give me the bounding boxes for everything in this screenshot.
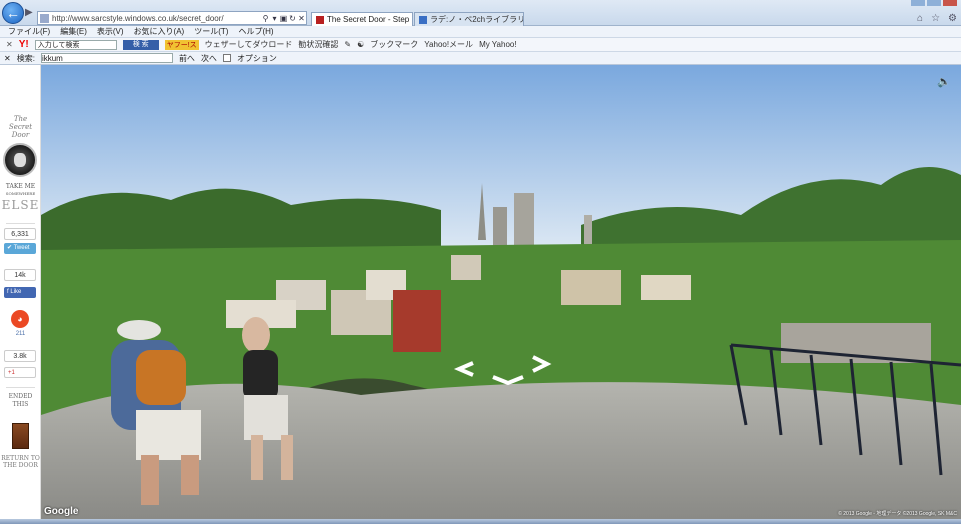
- find-options-button[interactable]: オプション: [237, 53, 277, 64]
- logo-line: Secret: [8, 123, 33, 131]
- tweet-button[interactable]: ✔ Tweet: [4, 243, 36, 254]
- street-view-panorama[interactable]: 🔈 Google © 2013 Google - 地理データ ©2013 Goo…: [41, 65, 961, 519]
- refresh-icon[interactable]: ↻: [288, 14, 297, 23]
- pencil-icon[interactable]: ✎: [344, 40, 351, 49]
- maximize-button[interactable]: [927, 0, 941, 6]
- browser-title-bar: ← ▶ http://www.sarcstyle.windows.co.uk/s…: [0, 0, 961, 26]
- findbar-close-icon[interactable]: ✕: [4, 54, 11, 63]
- share-sidebar: The Secret Door TAKE ME SOMEWHERE ELSE 6…: [0, 65, 41, 524]
- find-bar: ✕ 検索: ikkum 前へ 次へ オプション: [0, 52, 961, 65]
- facebook-like-button[interactable]: f Like: [4, 287, 36, 298]
- gplus-count: 3.8k: [4, 350, 36, 362]
- share-count: 6,331: [4, 228, 36, 240]
- compat-icon[interactable]: ▣: [279, 14, 288, 23]
- menu-help[interactable]: ヘルプ(H): [238, 26, 273, 37]
- google-logo[interactable]: Google: [44, 506, 78, 517]
- yahoo-logo-icon[interactable]: Y!: [19, 39, 29, 50]
- find-prev-button[interactable]: 前へ: [179, 53, 195, 64]
- logo-line: The: [13, 115, 28, 123]
- gear-icon[interactable]: ⚙: [948, 13, 957, 24]
- address-bar[interactable]: http://www.sarcstyle.windows.co.uk/secre…: [37, 11, 307, 25]
- toolbar-item-mail[interactable]: Yahoo!メール: [424, 39, 473, 50]
- menu-view[interactable]: 表示(V): [97, 26, 124, 37]
- tab-library[interactable]: ラデ:ノ・ペ2chライブラリー: [414, 12, 524, 26]
- take-me-line: TAKE ME: [5, 183, 36, 190]
- mini-building: [451, 255, 481, 280]
- like-label: Like: [10, 289, 22, 295]
- door-icon[interactable]: [12, 423, 29, 449]
- toolbar-item-status[interactable]: 勧状況確認: [298, 39, 338, 50]
- taskbar: [0, 519, 961, 524]
- yahoo-toolbar: ✕ Y! 入力して検索 検 索 ヤフー!ス ウェザーしてダウロード 勧状況確認 …: [0, 38, 961, 52]
- address-url[interactable]: http://www.sarcstyle.windows.co.uk/secre…: [52, 14, 261, 23]
- toolbar-item-bookmark[interactable]: ブックマーク: [370, 39, 418, 50]
- stop-icon[interactable]: ✕: [297, 14, 306, 23]
- back-arrow-icon: ←: [6, 5, 20, 21]
- toolbar-close-icon[interactable]: ✕: [6, 40, 13, 49]
- options-icon[interactable]: [222, 54, 231, 62]
- browser-right-icons: ⌂ ☆ ⚙: [917, 13, 957, 24]
- stumble-count: 211: [15, 331, 26, 337]
- toolbar-search-input[interactable]: 入力して検索: [34, 39, 117, 50]
- toolbar-item-myyahoo[interactable]: My Yahoo!: [479, 40, 517, 49]
- mini-building: [561, 270, 621, 305]
- sidebar-divider: [6, 223, 35, 224]
- translate-icon[interactable]: ☯: [357, 40, 364, 49]
- tab-label: The Secret Door - Step ...: [327, 15, 413, 24]
- dropdown-icon[interactable]: ▾: [270, 14, 279, 23]
- stumbleupon-icon[interactable]: ◕: [11, 310, 29, 328]
- toolbar-item-weather[interactable]: ウェザーしてダウロード: [205, 39, 293, 50]
- menu-edit[interactable]: 編集(E): [60, 26, 87, 37]
- take-me-somewhere-else-button[interactable]: ELSE: [0, 198, 41, 212]
- somewhere-line: SOMEWHERE: [5, 191, 36, 196]
- sidebar-divider: [6, 387, 35, 388]
- tab-secret-door[interactable]: The Secret Door - Step ... ✕: [311, 12, 413, 26]
- window-controls: [911, 0, 957, 6]
- forward-button[interactable]: ▶: [25, 7, 35, 19]
- favorites-star-icon[interactable]: ☆: [931, 13, 940, 24]
- lion-seal-icon[interactable]: [3, 143, 37, 177]
- back-button[interactable]: ←: [2, 2, 24, 24]
- return-line: THE DOOR: [3, 462, 38, 469]
- map-copyright: © 2013 Google - 地理データ ©2013 Google, SK M…: [838, 511, 957, 517]
- close-window-button[interactable]: [943, 0, 957, 6]
- menu-bar: ファイル(F) 編集(E) 表示(V) お気に入り(A) ツール(T) ヘルプ(…: [0, 26, 961, 38]
- find-input[interactable]: ikkum: [40, 53, 173, 63]
- minimize-button[interactable]: [911, 0, 925, 6]
- facebook-icon: f: [7, 289, 9, 295]
- home-icon[interactable]: ⌂: [917, 13, 923, 24]
- yahoo-badge[interactable]: ヤフー!ス: [164, 39, 199, 50]
- return-line: RETURN TO: [1, 455, 40, 462]
- menu-favorites[interactable]: お気に入り(A): [134, 26, 185, 37]
- twitter-bird-icon: ✔: [7, 245, 13, 251]
- gplus-button[interactable]: +1: [4, 367, 36, 378]
- search-icon[interactable]: ⚲: [261, 14, 270, 23]
- site-favicon-icon: [40, 13, 49, 23]
- end-this-link[interactable]: ENDED THIS: [0, 393, 41, 409]
- logo-line: Door: [11, 131, 30, 139]
- find-next-button[interactable]: 次へ: [201, 53, 217, 64]
- panorama-scene: [41, 65, 961, 519]
- return-to-door-link[interactable]: RETURN TO THE DOOR: [0, 455, 41, 469]
- menu-file[interactable]: ファイル(F): [8, 26, 50, 37]
- secret-door-logo[interactable]: The Secret Door: [3, 115, 38, 139]
- like-count: 14k: [4, 269, 36, 281]
- tab-label: ラデ:ノ・ペ2chライブラリー: [430, 15, 524, 24]
- menu-tools[interactable]: ツール(T): [194, 26, 228, 37]
- toolbar-search-button[interactable]: 検 索: [122, 39, 159, 50]
- tweet-label: Tweet: [13, 245, 30, 251]
- red-building: [393, 290, 441, 352]
- sound-icon[interactable]: 🔈: [937, 75, 951, 88]
- tab-favicon-icon: [419, 15, 427, 24]
- findbar-label: 検索:: [16, 53, 35, 63]
- tab-favicon-icon: [316, 15, 324, 24]
- take-me-text: TAKE ME SOMEWHERE: [0, 183, 41, 197]
- mini-building: [641, 275, 691, 300]
